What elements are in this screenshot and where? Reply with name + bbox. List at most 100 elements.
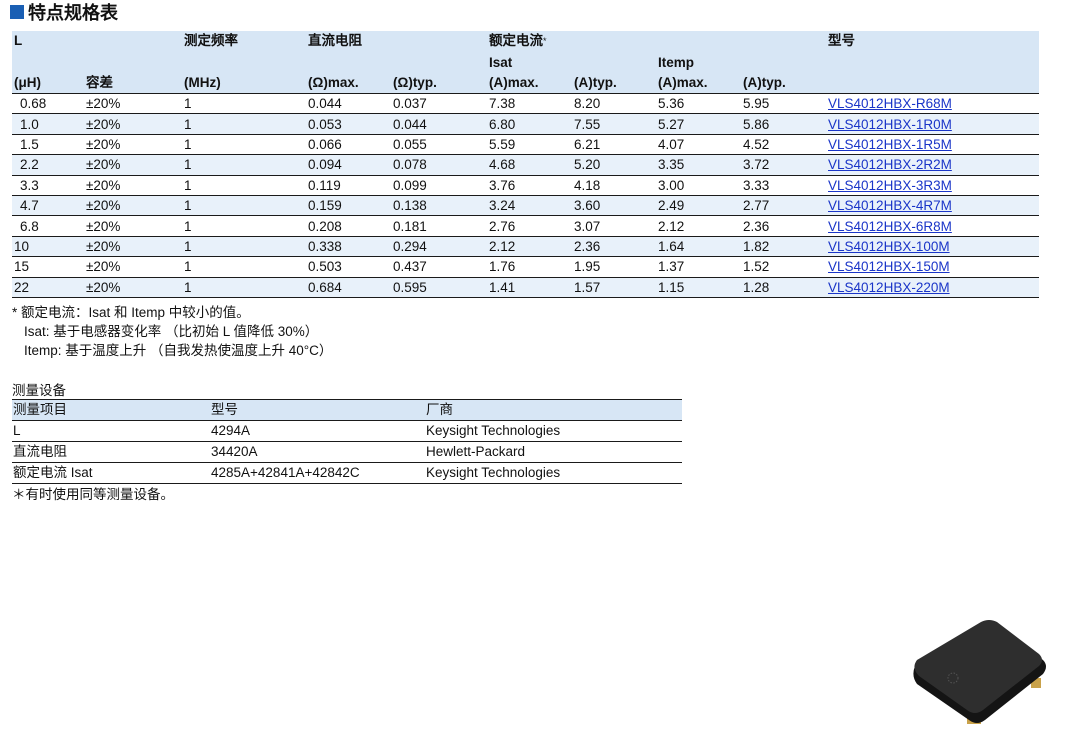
cell-itemp-max: 2.12	[656, 215, 741, 237]
cell-itemp-typ: 1.52	[741, 256, 827, 278]
table-row: 3.3 ±20% 1 0.119 0.099 3.76 4.18 3.00 3.33 VLS401…	[12, 175, 1040, 196]
model-link[interactable]: VLS4012HBX-6R8M	[828, 219, 952, 234]
header-dcr-max: (Ω)max.	[306, 73, 391, 94]
title-square-icon	[10, 5, 24, 19]
model-link[interactable]: VLS4012HBX-220M	[828, 280, 950, 295]
spec-table: L 测定频率 直流电阻 额定电流* 型号 Isat Itemp (μH) 容差 …	[12, 31, 1040, 298]
cell-dcr-typ: 0.138	[391, 195, 487, 217]
cell-isat-typ: 5.20	[572, 154, 656, 176]
cell-freq: 1	[182, 215, 306, 237]
meas-cell: L	[12, 420, 210, 442]
cell-isat-max: 3.24	[487, 195, 572, 217]
cell-itemp-typ: 5.95	[741, 93, 827, 115]
meas-row: 额定电流 Isat 4285A+42841A+42842C Keysight T…	[12, 462, 682, 484]
cell-dcr-typ: 0.437	[391, 256, 487, 278]
cell-isat-max: 7.38	[487, 93, 572, 115]
model-link[interactable]: VLS4012HBX-2R2M	[828, 157, 952, 172]
cell-isat-typ: 6.21	[572, 134, 656, 156]
cell-itemp-typ: 1.82	[741, 236, 827, 258]
cell-itemp-max: 2.49	[656, 195, 741, 217]
cell-isat-typ: 3.07	[572, 215, 656, 237]
rated-star: *	[543, 36, 547, 46]
cell-itemp-typ: 4.52	[741, 134, 827, 156]
cell-itemp-max: 5.27	[656, 113, 741, 135]
table-row: 1.0 ±20% 1 0.053 0.044 6.80 7.55 5.27 5.86 VLS401…	[12, 113, 1040, 135]
cell-dcr-typ: 0.099	[391, 175, 487, 196]
cell-l: 22	[12, 277, 84, 298]
cell-isat-typ: 8.20	[572, 93, 656, 115]
cell-itemp-max: 4.07	[656, 134, 741, 156]
cell-dcr-max: 0.066	[306, 134, 391, 156]
cell-freq: 1	[182, 236, 306, 258]
cell-tol: ±20%	[84, 93, 182, 115]
cell-isat-max: 1.76	[487, 256, 572, 278]
model-link[interactable]: VLS4012HBX-3R3M	[828, 178, 952, 193]
cell-isat-max: 4.68	[487, 154, 572, 176]
cell-dcr-max: 0.119	[306, 175, 391, 196]
cell-freq: 1	[182, 134, 306, 156]
cell-dcr-max: 0.053	[306, 113, 391, 135]
cell-dcr-max: 0.208	[306, 215, 391, 237]
header-freq: 测定频率	[182, 31, 306, 53]
cell-model: VLS4012HBX-150M	[826, 256, 1040, 278]
measurement-title: 测量设备	[12, 383, 66, 398]
meas-cell: Keysight Technologies	[425, 420, 682, 442]
cell-isat-max: 1.41	[487, 277, 572, 298]
cell-model: VLS4012HBX-100M	[826, 236, 1040, 258]
meas-row: 直流电阻 34420A Hewlett-Packard	[12, 441, 682, 463]
header-dcr-typ: (Ω)typ.	[391, 73, 487, 94]
table-row: 1.5 ±20% 1 0.066 0.055 5.59 6.21 4.07 4.52 VLS401…	[12, 134, 1040, 156]
header-dcr: 直流电阻	[306, 31, 487, 53]
cell-dcr-max: 0.094	[306, 154, 391, 176]
cell-itemp-max: 1.64	[656, 236, 741, 258]
note-isat: Isat: 基于电感器变化率 （比初始 L 值降低 30%）	[24, 324, 319, 339]
model-link[interactable]: VLS4012HBX-150M	[828, 259, 950, 274]
cell-tol: ±20%	[84, 236, 182, 258]
inductor-product-image	[913, 620, 1046, 724]
cell-itemp-typ: 3.72	[741, 154, 827, 176]
cell-itemp-typ: 2.36	[741, 215, 827, 237]
cell-freq: 1	[182, 277, 306, 298]
meas-cell: 4294A	[210, 420, 425, 442]
table-row: 15 ±20% 1 0.503 0.437 1.76 1.95 1.37 1.52 VLS4012…	[12, 256, 1040, 278]
cell-isat-typ: 3.60	[572, 195, 656, 217]
spec-table-body: 0.68 ±20% 1 0.044 0.037 7.38 8.20 5.36 5.95 VLS40…	[12, 93, 1040, 298]
cell-itemp-max: 5.36	[656, 93, 741, 115]
cell-dcr-typ: 0.181	[391, 215, 487, 237]
cell-isat-typ: 2.36	[572, 236, 656, 258]
meas-header-model: 型号	[210, 399, 425, 421]
cell-isat-typ: 1.95	[572, 256, 656, 278]
cell-itemp-max: 1.15	[656, 277, 741, 298]
meas-row: L 4294A Keysight Technologies	[12, 420, 682, 442]
table-row: 6.8 ±20% 1 0.208 0.181 2.76 3.07 2.12 2.36 VLS401…	[12, 215, 1040, 237]
cell-freq: 1	[182, 195, 306, 217]
cell-dcr-typ: 0.055	[391, 134, 487, 156]
cell-dcr-typ: 0.294	[391, 236, 487, 258]
table-row: 4.7 ±20% 1 0.159 0.138 3.24 3.60 2.49 2.77 VLS401…	[12, 195, 1040, 217]
model-link[interactable]: VLS4012HBX-4R7M	[828, 198, 952, 213]
cell-freq: 1	[182, 256, 306, 278]
meas-cell: 4285A+42841A+42842C	[210, 462, 425, 484]
cell-isat-max: 2.12	[487, 236, 572, 258]
cell-model: VLS4012HBX-1R0M	[826, 113, 1040, 135]
cell-model: VLS4012HBX-1R5M	[826, 134, 1040, 156]
cell-dcr-max: 0.338	[306, 236, 391, 258]
model-link[interactable]: VLS4012HBX-1R5M	[828, 137, 952, 152]
cell-isat-typ: 7.55	[572, 113, 656, 135]
cell-freq: 1	[182, 113, 306, 135]
model-link[interactable]: VLS4012HBX-1R0M	[828, 117, 952, 132]
cell-model: VLS4012HBX-220M	[826, 277, 1040, 298]
cell-l: 2.2	[12, 154, 84, 176]
header-isat-max: (A)max.	[487, 73, 572, 94]
cell-l: 1.5	[12, 134, 84, 156]
cell-freq: 1	[182, 93, 306, 115]
table-row: 22 ±20% 1 0.684 0.595 1.41 1.57 1.15 1.28 VLS4012…	[12, 277, 1040, 298]
cell-tol: ±20%	[84, 277, 182, 298]
cell-l: 15	[12, 256, 84, 278]
model-link[interactable]: VLS4012HBX-R68M	[828, 96, 952, 111]
cell-l: 3.3	[12, 175, 84, 196]
header-isat: Isat	[487, 53, 656, 73]
measurement-footnote: ＊有时使用同等测量设备。	[12, 487, 174, 502]
cell-model: VLS4012HBX-4R7M	[826, 195, 1040, 217]
model-link[interactable]: VLS4012HBX-100M	[828, 239, 950, 254]
